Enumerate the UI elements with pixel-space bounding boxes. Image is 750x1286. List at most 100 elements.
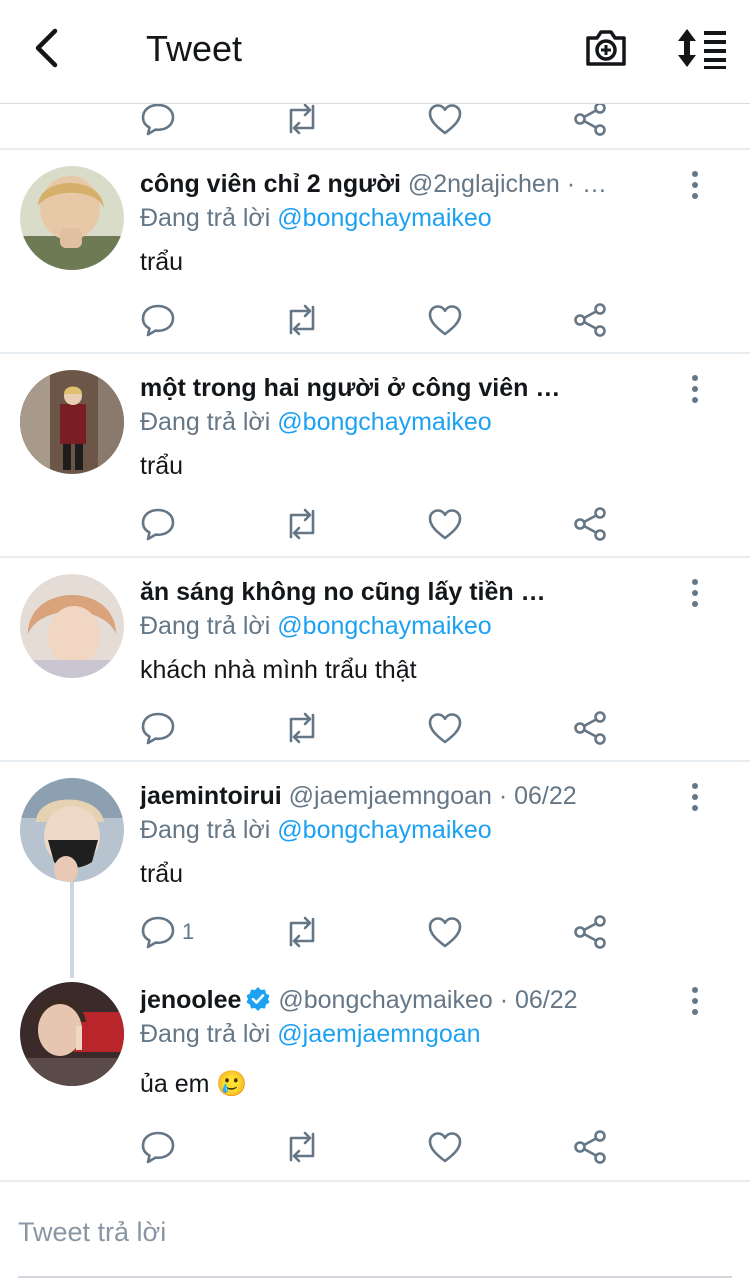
avatar[interactable]: [20, 574, 124, 678]
reply-icon: [141, 508, 175, 541]
share-button[interactable]: [572, 1124, 608, 1170]
like-button[interactable]: [427, 1124, 463, 1170]
share-icon: [574, 1130, 606, 1164]
more-options-button[interactable]: [680, 780, 710, 814]
avatar[interactable]: [20, 370, 124, 474]
retweet-button[interactable]: [283, 501, 321, 547]
replying-to: Đang trả lời @jaemjaemngoan: [140, 1018, 481, 1050]
previous-tweet-actions: [0, 104, 750, 150]
reply-icon: [141, 916, 175, 949]
like-button[interactable]: [427, 705, 463, 751]
retweet-button[interactable]: [283, 297, 321, 343]
replying-to-label: Đang trả lời: [140, 408, 271, 436]
display-name[interactable]: jenoolee: [140, 986, 241, 1014]
retweet-icon: [289, 508, 315, 540]
share-button[interactable]: [572, 705, 608, 751]
share-button[interactable]: [572, 501, 608, 547]
retweet-icon: [289, 712, 315, 744]
reply-button[interactable]: [140, 705, 182, 751]
reply-button[interactable]: [140, 1124, 182, 1170]
more-dot: [692, 1009, 698, 1015]
more-dot: [692, 987, 698, 993]
retweet-icon: [289, 1131, 315, 1163]
replying-to-label: Đang trả lời: [140, 1020, 271, 1048]
share-button[interactable]: [572, 297, 608, 343]
more-dot: [692, 783, 698, 789]
mention-link[interactable]: @bongchaymaikeo: [277, 816, 491, 844]
reply-button[interactable]: [140, 104, 176, 142]
tweet-item[interactable]: jenoolee @bongchaymaikeo · 06/22 Đang tr…: [0, 966, 750, 1180]
more-options-button[interactable]: [680, 576, 710, 610]
like-button[interactable]: [427, 297, 463, 343]
reply-button[interactable]: 1: [140, 909, 194, 955]
avatar[interactable]: [20, 166, 124, 270]
tweet-item[interactable]: ăn sáng không no cũng lấy tiền … Đang tr…: [0, 558, 750, 762]
like-button[interactable]: [427, 104, 463, 142]
mention-link[interactable]: @bongchaymaikeo: [277, 408, 491, 436]
tweet-text: trẩu: [140, 248, 184, 276]
more-dot: [692, 193, 698, 199]
more-dot: [692, 375, 698, 381]
reply-composer: [0, 1180, 750, 1286]
mention-link[interactable]: @bongchaymaikeo: [277, 204, 491, 232]
reply-icon: [141, 104, 175, 136]
tweet-header: một trong hai người ở công viên …: [140, 372, 640, 404]
like-button[interactable]: [427, 501, 463, 547]
more-dot: [692, 998, 698, 1004]
reply-count: 1: [182, 919, 195, 944]
tweet-text: khách nhà mình trẩu thật: [140, 656, 417, 684]
display-name[interactable]: ăn sáng không no cũng lấy tiền …: [140, 578, 546, 606]
tweet-item[interactable]: một trong hai người ở công viên … Đang t…: [0, 354, 750, 558]
replying-to-label: Đang trả lời: [140, 204, 271, 232]
top-bar: Tweet: [0, 0, 750, 104]
mention-link[interactable]: @jaemjaemngoan: [277, 1020, 480, 1048]
display-name[interactable]: jaemintoirui: [140, 782, 282, 810]
reply-input[interactable]: [18, 1204, 718, 1260]
replying-to-label: Đang trả lời: [140, 816, 271, 844]
retweet-button[interactable]: [283, 104, 321, 142]
tweet-text: ủa em 🥲: [140, 1070, 248, 1098]
avatar[interactable]: [20, 778, 124, 882]
retweet-button[interactable]: [283, 705, 321, 751]
more-dot: [692, 794, 698, 800]
replying-to: Đang trả lời @bongchaymaikeo: [140, 814, 492, 846]
retweet-icon: [289, 304, 315, 336]
share-button[interactable]: [572, 909, 608, 955]
more-options-button[interactable]: [680, 372, 710, 406]
share-button[interactable]: [572, 104, 608, 142]
replying-to: Đang trả lời @bongchaymaikeo: [140, 202, 492, 234]
tweet-item[interactable]: công viên chỉ 2 người @2nglajichen · … Đ…: [0, 150, 750, 354]
display-name[interactable]: công viên chỉ 2 người: [140, 170, 401, 198]
display-name[interactable]: một trong hai người ở công viên …: [140, 374, 560, 402]
share-icon: [574, 915, 606, 949]
heart-icon: [428, 104, 462, 135]
retweet-icon: [289, 916, 315, 948]
back-button[interactable]: [18, 20, 74, 76]
camera-button[interactable]: [578, 22, 634, 74]
more-options-button[interactable]: [680, 984, 710, 1018]
reply-icon: [141, 1131, 175, 1164]
retweet-button[interactable]: [283, 909, 321, 955]
handle[interactable]: @jaemjaemngoan · 06/22: [289, 782, 577, 810]
more-options-button[interactable]: [680, 168, 710, 202]
mention-link[interactable]: @bongchaymaikeo: [277, 612, 491, 640]
replying-to-label: Đang trả lời: [140, 612, 271, 640]
retweet-button[interactable]: [283, 1124, 321, 1170]
sort-button[interactable]: [672, 22, 732, 74]
tweet-item[interactable]: jaemintoirui @jaemjaemngoan · 06/22 Đang…: [0, 762, 750, 968]
avatar[interactable]: [20, 982, 124, 1086]
camera-plus-icon: [586, 30, 626, 66]
tweet-text: trẩu: [140, 860, 184, 888]
reply-button[interactable]: [140, 297, 182, 343]
more-dot: [692, 171, 698, 177]
handle[interactable]: @2nglajichen · …: [408, 170, 607, 198]
handle[interactable]: @bongchaymaikeo · 06/22: [278, 986, 577, 1014]
tweet-actions: [0, 297, 750, 343]
heart-icon: [428, 305, 462, 336]
heart-icon: [428, 509, 462, 540]
heart-icon: [428, 917, 462, 948]
share-icon: [574, 104, 606, 136]
reply-button[interactable]: [140, 501, 182, 547]
like-button[interactable]: [427, 909, 463, 955]
reply-icon: [141, 712, 175, 745]
